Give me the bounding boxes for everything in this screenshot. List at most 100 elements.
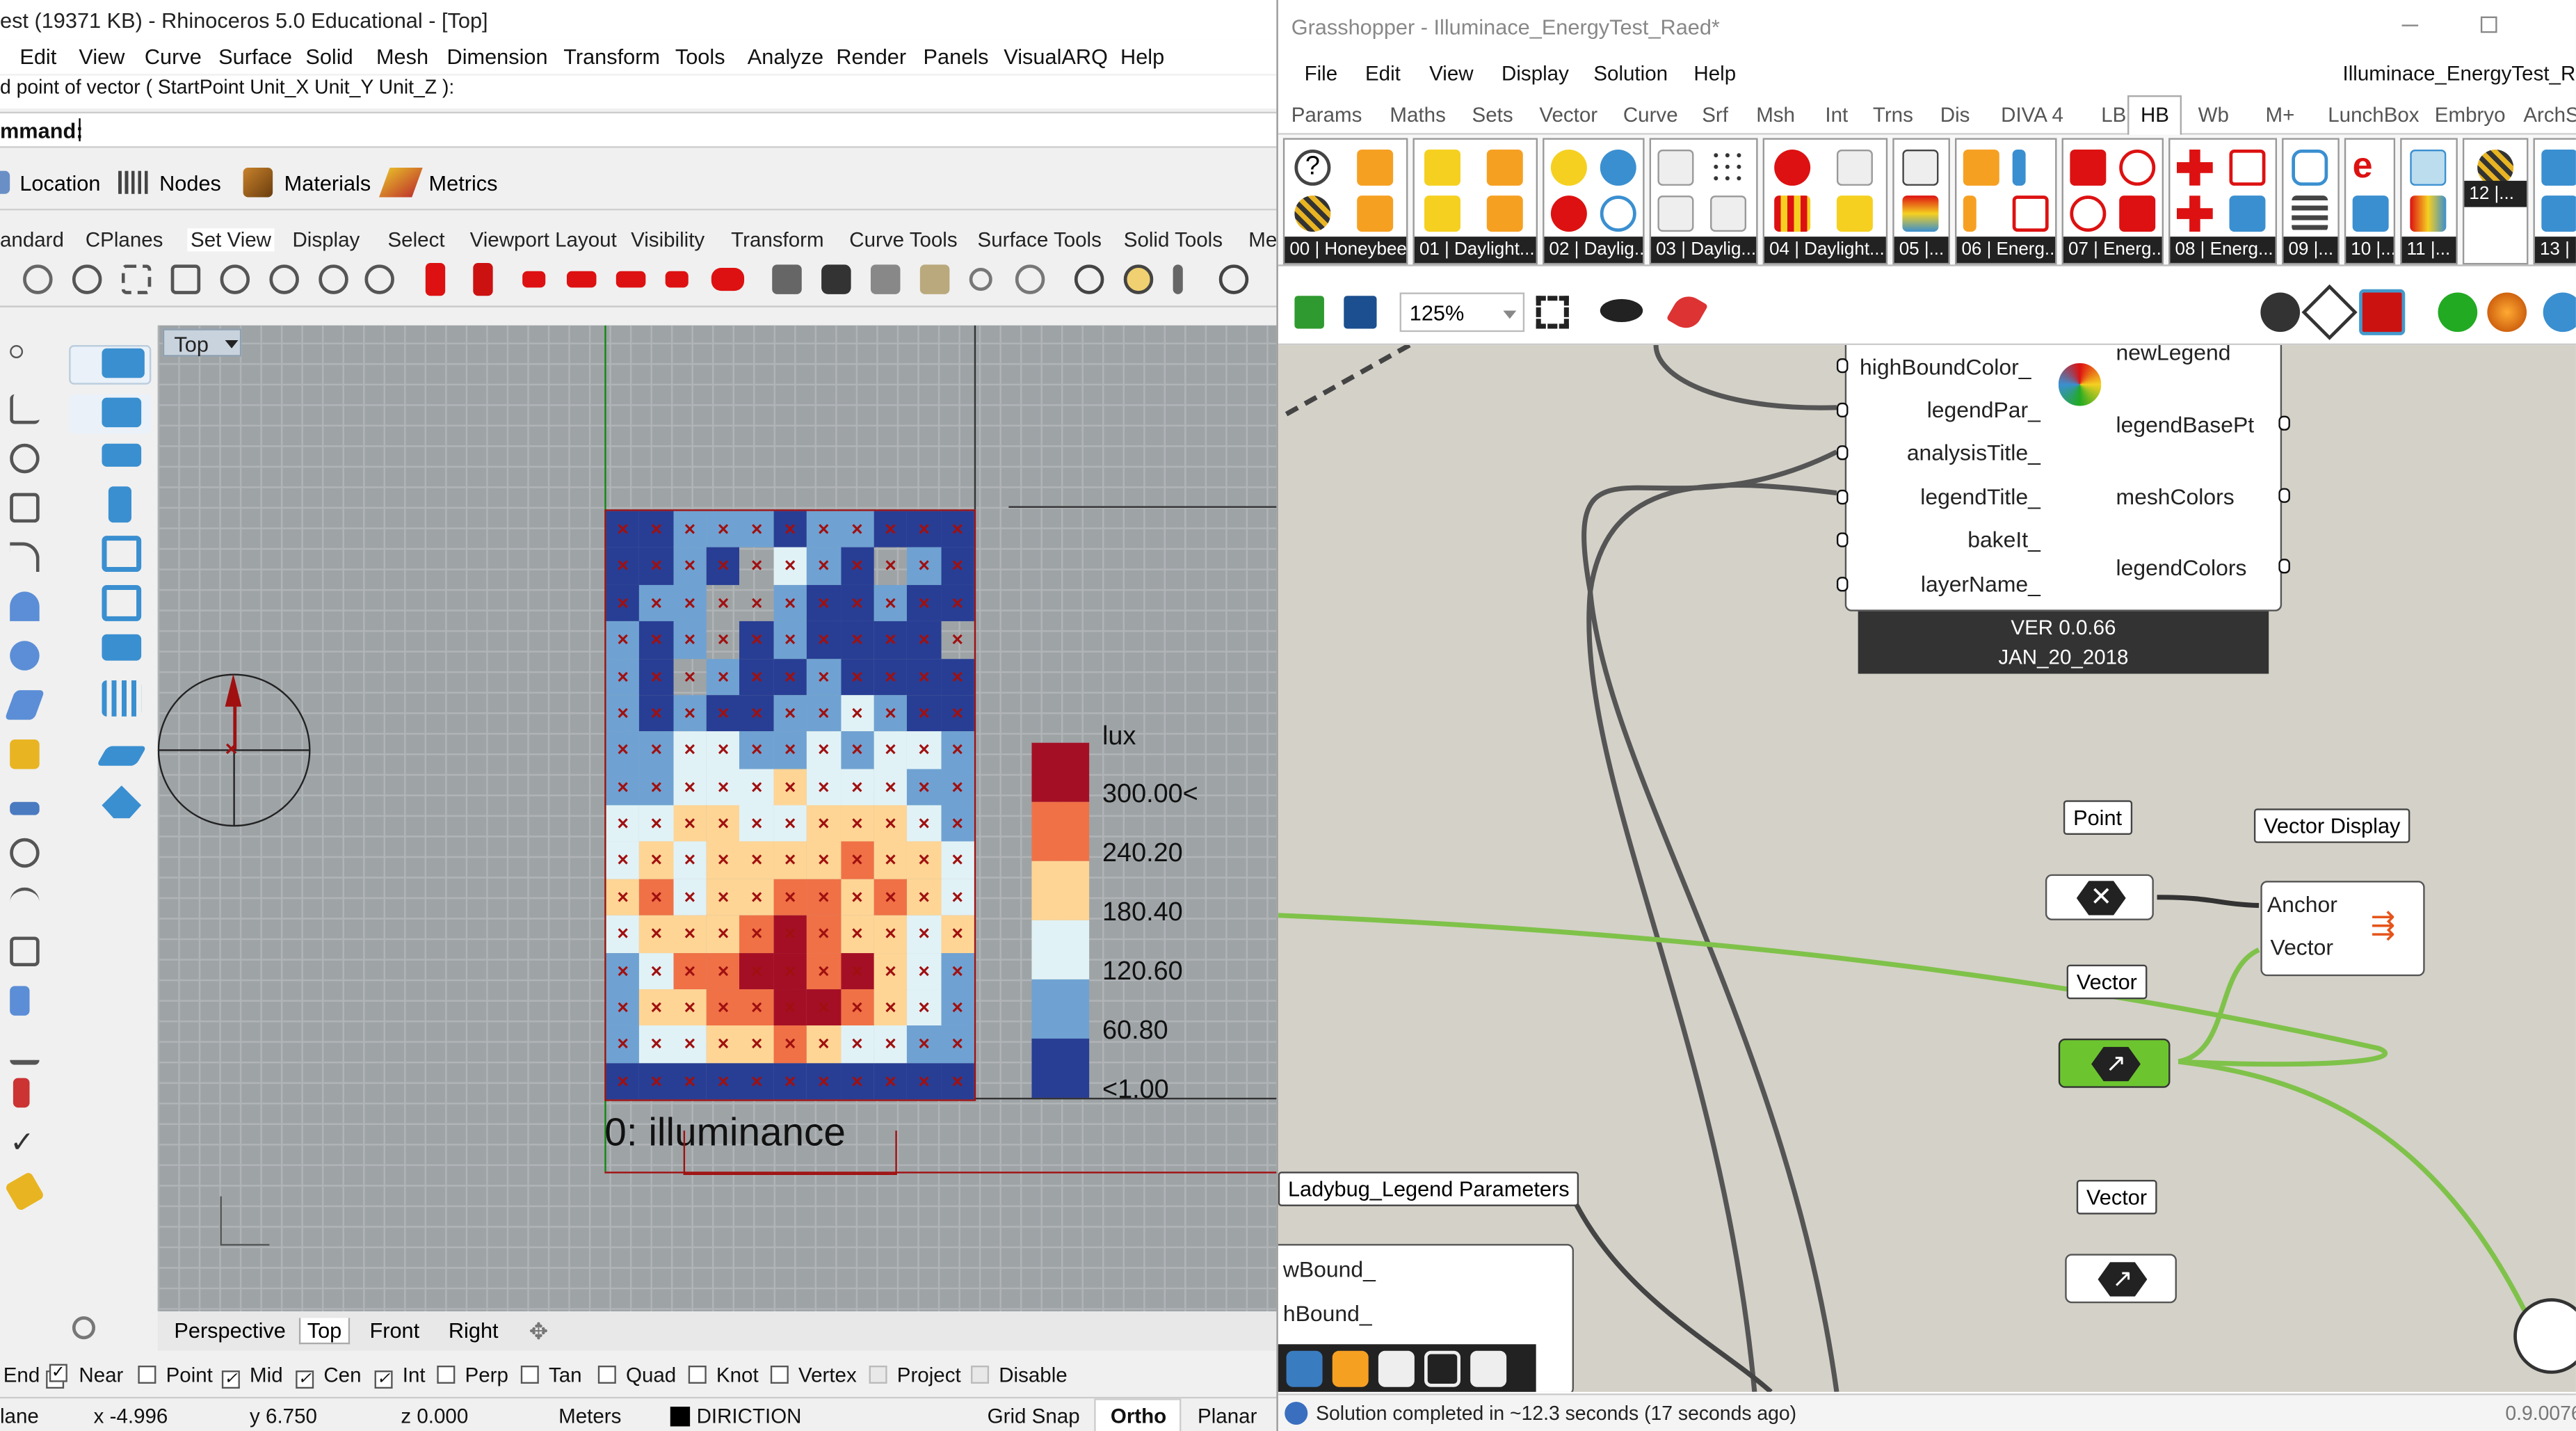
menu-edit[interactable]: Edit xyxy=(19,45,56,69)
gh-tab-wb[interactable]: Wb xyxy=(2198,104,2229,127)
object-tool-icon[interactable] xyxy=(102,785,142,819)
material-preview-icon[interactable] xyxy=(2487,292,2527,333)
input-pin[interactable] xyxy=(1836,489,1849,505)
output-mesh-colors[interactable]: meshColors xyxy=(2116,485,2235,509)
tab-surface-tools[interactable]: Surface Tools xyxy=(978,228,1102,251)
osnap-mid[interactable]: ✓ Mid xyxy=(221,1364,283,1389)
scale-tool-icon[interactable] xyxy=(10,936,40,966)
pin-icon[interactable] xyxy=(1173,264,1183,294)
transform-tool-icon[interactable] xyxy=(10,739,40,769)
input-low-bound[interactable]: wBound_ xyxy=(1283,1257,1376,1281)
pan-icon[interactable] xyxy=(23,264,53,294)
vector-display-label[interactable]: Vector Display xyxy=(2253,808,2410,843)
vector-param-selected[interactable]: ↗ xyxy=(2058,1038,2171,1088)
gh-tab-dis[interactable]: Dis xyxy=(1940,104,1970,127)
stair-tool-icon[interactable] xyxy=(102,634,142,661)
gh-tab-int[interactable]: Int xyxy=(1825,104,1848,127)
tab-perspective[interactable]: Perspective xyxy=(168,1318,292,1342)
car2-icon[interactable] xyxy=(566,271,597,288)
osnap-quad[interactable]: Quad xyxy=(597,1364,676,1387)
group-13[interactable]: 13 | xyxy=(2533,138,2576,265)
group-12[interactable]: 12 |... xyxy=(2462,138,2529,265)
input-high-bound-color[interactable]: highBoundColor_ xyxy=(1860,355,2031,379)
rectangle-tool-icon[interactable] xyxy=(10,493,40,523)
vector-display-component[interactable]: Anchor Vector ⇶ xyxy=(2260,881,2425,977)
gh-tab-diva4[interactable]: DIVA 4 xyxy=(2001,104,2063,127)
legend-parameters-label[interactable]: Ladybug_Legend Parameters xyxy=(1278,1172,1579,1206)
tab-mesh[interactable]: Me xyxy=(1248,228,1276,251)
group-daylight-03[interactable]: 03 | Daylig... xyxy=(1649,138,1758,265)
menu-help[interactable]: Help xyxy=(1120,45,1164,69)
tab-solid-tools[interactable]: Solid Tools xyxy=(1124,228,1223,251)
osnap-cen[interactable]: ✓ Cen xyxy=(296,1364,362,1389)
tab-right[interactable]: Right xyxy=(442,1318,505,1342)
gh-tab-mplus[interactable]: M+ xyxy=(2265,104,2294,127)
gh-tab-srf[interactable]: Srf xyxy=(1702,104,1728,127)
input-high-bound[interactable]: hBound_ xyxy=(1283,1302,1372,1326)
dimension-tool-icon[interactable] xyxy=(10,986,30,1016)
grid-snap-toggle[interactable]: Grid Snap xyxy=(988,1405,1080,1428)
mesh-preview-icon[interactable] xyxy=(2543,292,2576,333)
ortho-toggle[interactable]: Ortho xyxy=(1094,1398,1182,1431)
input-pin[interactable] xyxy=(1836,445,1849,461)
menu-visualarq[interactable]: VisualARQ xyxy=(1004,45,1108,69)
preview-mode-icon[interactable] xyxy=(2260,292,2301,333)
slab-tool-icon[interactable] xyxy=(102,443,142,467)
point-tool-icon[interactable] xyxy=(10,345,24,358)
menu-render[interactable]: Render xyxy=(836,45,906,69)
input-pin[interactable] xyxy=(1836,532,1849,547)
sketch-icon[interactable] xyxy=(1666,290,1709,334)
circle-tool-icon[interactable] xyxy=(10,443,40,474)
input-pin[interactable] xyxy=(1836,402,1849,417)
menu-solid[interactable]: Solid xyxy=(305,45,353,69)
command-line[interactable]: mmand: xyxy=(0,111,1277,148)
open-file-icon[interactable] xyxy=(1294,296,1324,329)
gh-tab-msh[interactable]: Msh xyxy=(1756,104,1795,127)
menu-curve[interactable]: Curve xyxy=(145,45,202,69)
eraser-tool-icon[interactable] xyxy=(4,1171,45,1212)
group-tool-icon[interactable] xyxy=(10,838,40,868)
arc-tool-icon[interactable] xyxy=(10,542,40,573)
menu-transform[interactable]: Transform xyxy=(563,45,660,69)
location-button[interactable]: Location xyxy=(19,171,100,195)
gh-menu-solution[interactable]: Solution xyxy=(1593,63,1668,86)
car5-icon[interactable] xyxy=(711,268,745,291)
output-new-legend[interactable]: newLegend xyxy=(2116,345,2231,365)
menu-mesh[interactable]: Mesh xyxy=(376,45,428,69)
tab-cplanes[interactable]: CPlanes xyxy=(86,228,163,251)
input-bake-it[interactable]: bakeIt_ xyxy=(1967,527,2040,552)
camera-red2-icon[interactable] xyxy=(473,262,493,296)
vector-display-vector[interactable]: Vector xyxy=(2271,935,2333,959)
zoom-extents-icon[interactable] xyxy=(170,264,201,294)
group-daylight-02[interactable]: 02 | Daylig... xyxy=(1543,138,1645,265)
osnap-perp[interactable]: Perp xyxy=(437,1364,508,1387)
walk-icon[interactable] xyxy=(772,264,802,294)
output-pin[interactable] xyxy=(2278,415,2290,431)
car-icon[interactable] xyxy=(522,271,546,288)
car4-icon[interactable] xyxy=(665,271,689,288)
orbit-icon[interactable] xyxy=(1218,264,1249,294)
gh-tab-curve[interactable]: Curve xyxy=(1623,104,1678,127)
tab-transform[interactable]: Transform xyxy=(731,228,823,251)
zoom-icon[interactable] xyxy=(72,264,102,294)
input-analysis-title[interactable]: analysisTitle_ xyxy=(1907,440,2040,465)
align-tool-icon[interactable] xyxy=(10,801,40,815)
input-pin[interactable] xyxy=(1836,577,1849,592)
gh-tab-lunchbox[interactable]: LunchBox xyxy=(2328,104,2419,127)
tab-visibility[interactable]: Visibility xyxy=(631,228,705,251)
group-09[interactable]: 09 |... xyxy=(2282,138,2340,265)
gh-menu-display[interactable]: Display xyxy=(1502,63,1569,86)
materials-button[interactable]: Materials xyxy=(284,171,371,195)
gh-canvas[interactable]: highBoundColor_ legendPar_ analysisTitle… xyxy=(1278,345,2576,1392)
gh-menu-view[interactable]: View xyxy=(1429,63,1473,86)
tab-display[interactable]: Display xyxy=(292,228,360,251)
maximize-icon[interactable] xyxy=(2480,16,2497,33)
zoom-selected-icon[interactable] xyxy=(220,264,250,294)
group-11[interactable]: 11 |... xyxy=(2400,138,2458,265)
rotate-view-icon[interactable] xyxy=(269,264,299,294)
output-legend-colors[interactable]: legendColors xyxy=(2116,555,2247,579)
osnap-tan[interactable]: Tan xyxy=(520,1364,582,1387)
osnap-point[interactable]: Point xyxy=(138,1364,213,1387)
tab-front[interactable]: Front xyxy=(363,1318,426,1342)
group-05[interactable]: 05 |... xyxy=(1892,138,1950,265)
